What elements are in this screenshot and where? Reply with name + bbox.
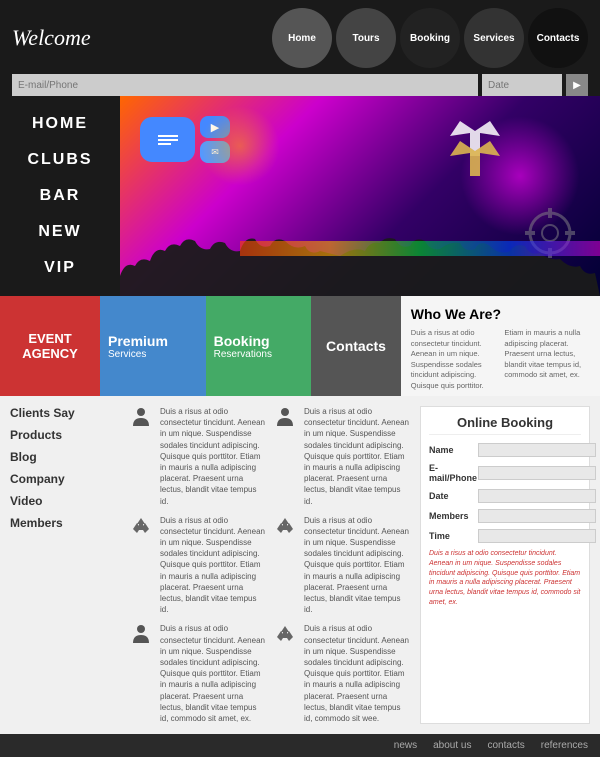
booking-note: Duis a risus at odio consectetur tincidu…	[429, 549, 581, 608]
bubble-large	[140, 117, 195, 162]
date-input[interactable]	[482, 74, 562, 96]
nav-vip-item[interactable]: VIP	[0, 251, 120, 285]
who-title: Who We Are?	[411, 306, 590, 322]
nav-circles: Home Tours Booking Services Contacts	[272, 8, 588, 68]
services-bar: EVENTAGENCY Premium Services Booking Res…	[0, 296, 600, 396]
hero-section: HOME CLUBS BAR NEW VIP ▶ ✉	[0, 96, 600, 296]
booking-email-label: E-mail/Phone	[429, 463, 474, 483]
contacts-label: Contacts	[326, 338, 386, 354]
content-item-4: Duis a risus at odio consectetur tincidu…	[274, 515, 410, 616]
nav-services[interactable]: Services	[464, 8, 524, 68]
booking-name-field: Name	[429, 443, 581, 457]
nav-bar-item[interactable]: BAR	[0, 179, 120, 213]
event-agency-label: EVENTAGENCY	[22, 331, 78, 361]
person-icon-1	[130, 406, 154, 430]
contacts-service[interactable]: Contacts	[311, 296, 401, 396]
footer: news about us contacts references	[0, 734, 600, 757]
glow-orange	[200, 106, 280, 186]
footer-contacts[interactable]: contacts	[488, 740, 525, 751]
premium-title: Premium	[108, 333, 198, 349]
search-bar: ▶	[12, 74, 588, 96]
color-strip	[240, 241, 600, 256]
booking-time-label: Time	[429, 531, 474, 541]
site-title: Welcome	[12, 25, 91, 51]
booking-subtitle: Reservations	[214, 349, 304, 360]
premium-services[interactable]: Premium Services	[100, 296, 206, 396]
booking-members-label: Members	[429, 511, 474, 521]
hero-image: ▶ ✉	[120, 96, 600, 296]
nav-new-item[interactable]: NEW	[0, 215, 120, 249]
recycle-icon-3	[274, 623, 298, 647]
left-nav: HOME CLUBS BAR NEW VIP	[0, 96, 120, 296]
main-content: Clients Say Products Blog Company Video …	[0, 396, 600, 734]
nav-booking[interactable]: Booking	[400, 8, 460, 68]
header: Welcome Home Tours Booking Services Cont…	[0, 0, 600, 96]
event-agency[interactable]: EVENTAGENCY	[0, 296, 100, 396]
booking-name-input[interactable]	[478, 443, 596, 457]
booking-reservations[interactable]: Booking Reservations	[206, 296, 312, 396]
who-text: Duis a risus at odio consectetur tincidu…	[411, 328, 590, 391]
booking-time-input[interactable]	[478, 529, 596, 543]
person-icon-2	[274, 406, 298, 430]
nav-home[interactable]: Home	[272, 8, 332, 68]
booking-members-field: Members	[429, 509, 581, 523]
footer-about[interactable]: about us	[433, 740, 471, 751]
booking-email-input[interactable]	[478, 466, 596, 480]
booking-box-title: Online Booking	[429, 415, 581, 435]
booking-members-input[interactable]	[478, 509, 596, 523]
content-text-1: Duis a risus at odio consectetur tincidu…	[160, 406, 266, 507]
booking-date-field: Date	[429, 489, 581, 503]
booking-email-field: E-mail/Phone	[429, 463, 581, 483]
recycle-icon-1	[130, 515, 154, 539]
sidebar-blog[interactable]: Blog	[10, 450, 120, 464]
header-top: Welcome Home Tours Booking Services Cont…	[12, 8, 588, 74]
online-booking: Online Booking Name E-mail/Phone Date Me…	[420, 406, 590, 724]
content-text-4: Duis a risus at odio consectetur tincidu…	[304, 515, 410, 616]
content-text-5: Duis a risus at odio consectetur tincidu…	[160, 623, 266, 724]
nav-clubs-item[interactable]: CLUBS	[0, 143, 120, 177]
nav-contacts[interactable]: Contacts	[528, 8, 588, 68]
search-input[interactable]	[12, 74, 478, 96]
search-button[interactable]: ▶	[566, 74, 588, 96]
arrow-decorations	[450, 121, 500, 176]
sidebar-members[interactable]: Members	[10, 516, 120, 530]
content-text-3: Duis a risus at odio consectetur tincidu…	[160, 515, 266, 616]
booking-name-label: Name	[429, 445, 474, 455]
footer-news[interactable]: news	[394, 740, 417, 751]
content-text-6: Duis a risus at odio consectetur tincidu…	[304, 623, 410, 724]
booking-date-label: Date	[429, 491, 474, 501]
footer-references[interactable]: references	[541, 740, 588, 751]
booking-time-field: Time	[429, 529, 581, 543]
nav-home-item[interactable]: HOME	[0, 107, 120, 141]
who-we-are: Who We Are? Duis a risus at odio consect…	[401, 296, 600, 396]
sidebar-clients-say[interactable]: Clients Say	[10, 406, 120, 420]
sidebar-company[interactable]: Company	[10, 472, 120, 486]
content-item-5: Duis a risus at odio consectetur tincidu…	[130, 623, 266, 724]
premium-subtitle: Services	[108, 349, 198, 360]
sidebar-video[interactable]: Video	[10, 494, 120, 508]
recycle-icon-2	[274, 515, 298, 539]
sidebar-products[interactable]: Products	[10, 428, 120, 442]
content-item-6: Duis a risus at odio consectetur tincidu…	[274, 623, 410, 724]
booking-title: Booking	[214, 333, 304, 349]
nav-tours[interactable]: Tours	[336, 8, 396, 68]
content-text-2: Duis a risus at odio consectetur tincidu…	[304, 406, 410, 507]
person-icon-3	[130, 623, 154, 647]
left-sidebar: Clients Say Products Blog Company Video …	[10, 406, 120, 724]
content-item-3: Duis a risus at odio consectetur tincidu…	[130, 515, 266, 616]
content-grid: Duis a risus at odio consectetur tincidu…	[130, 406, 410, 724]
booking-date-input[interactable]	[478, 489, 596, 503]
content-item-2: Duis a risus at odio consectetur tincidu…	[274, 406, 410, 507]
content-item-1: Duis a risus at odio consectetur tincidu…	[130, 406, 266, 507]
